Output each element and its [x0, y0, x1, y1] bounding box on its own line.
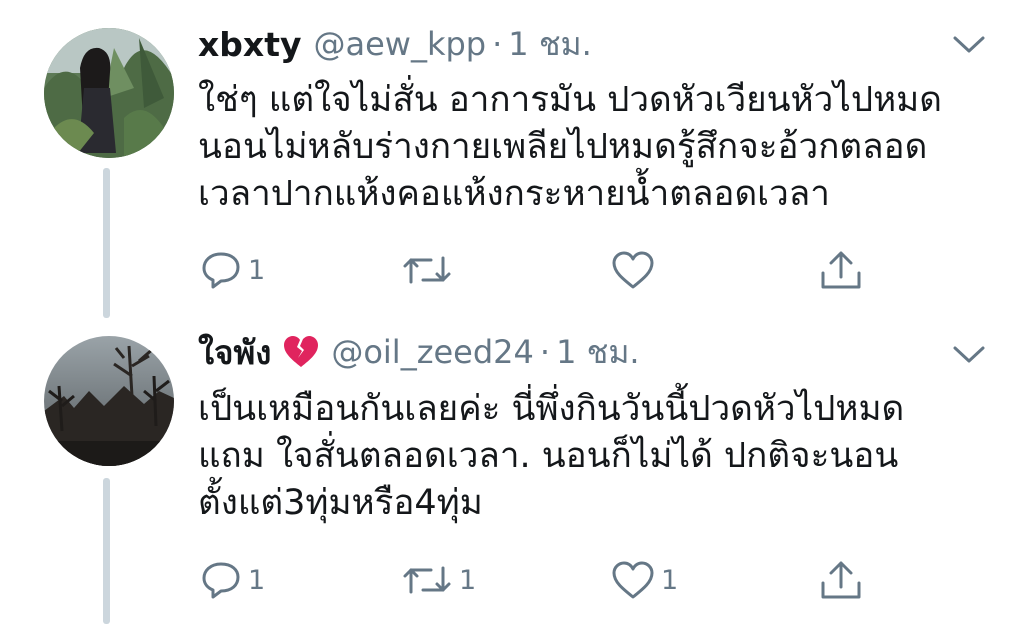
- reply-icon: [202, 562, 240, 599]
- tweet-text-line: นอนไม่หลับร่างกายเพลียไปหมดรู้สึกจะอ้วกต…: [198, 127, 928, 167]
- retweet-icon: [403, 566, 451, 594]
- share-icon: [821, 251, 861, 289]
- display-name[interactable]: xbxty: [198, 25, 301, 64]
- heart-icon: [612, 251, 654, 289]
- tweet[interactable]: xbxty @aew_kpp · 1 ชม. ใช่ๆ แต่ใจไม่สั่น…: [0, 0, 1024, 318]
- user-handle[interactable]: @aew_kpp: [313, 25, 486, 63]
- tweet[interactable]: ใจพัง @oil_zeed24 · 1 ชม. เป็นเหมือนกันเ…: [0, 318, 1024, 624]
- tweet-actions: 1 1 1: [198, 556, 898, 604]
- tweet-text: เป็นเหมือนกันเลยค่ะ นี่พึ่งกินวันนี้ปวดห…: [198, 386, 998, 527]
- share-icon: [821, 561, 861, 599]
- retweet-count: 1: [459, 564, 477, 596]
- tweet-text-line: เป็นเหมือนกันเลยค่ะ นี่พึ่งกินวันนี้ปวดห…: [198, 389, 905, 429]
- reply-button[interactable]: 1: [200, 246, 265, 294]
- user-handle[interactable]: @oil_zeed24: [331, 333, 534, 371]
- display-name[interactable]: ใจพัง: [198, 326, 271, 379]
- chevron-down-icon[interactable]: [952, 344, 986, 366]
- reply-count: 1: [248, 254, 266, 286]
- chevron-down-icon[interactable]: [952, 34, 986, 56]
- share-button[interactable]: [819, 246, 863, 294]
- share-button[interactable]: [819, 556, 863, 604]
- reply-button[interactable]: 1: [200, 556, 265, 604]
- like-button[interactable]: [611, 246, 661, 294]
- tweet-text-line: ตั้งแต่3ทุ่มหรือ4ทุ่ม: [198, 483, 483, 523]
- separator-dot: ·: [539, 333, 551, 371]
- avatar[interactable]: [44, 28, 174, 158]
- tweet-header: xbxty @aew_kpp · 1 ชม.: [198, 24, 592, 64]
- tweet-text: ใช่ๆ แต่ใจไม่สั่น อาการมัน ปวดหัวเวียนหั…: [198, 77, 998, 218]
- tweet-text-line: เวลาปากแห้งคอแห้งกระหายน้ำตลอดเวลา: [198, 174, 830, 214]
- broken-heart-icon: [283, 335, 319, 369]
- retweet-icon: [403, 256, 451, 284]
- like-count: 1: [661, 564, 679, 596]
- separator-dot: ·: [492, 25, 503, 63]
- avatar[interactable]: [44, 336, 174, 466]
- heart-icon: [612, 561, 654, 599]
- reply-count: 1: [248, 564, 266, 596]
- timestamp[interactable]: 1 ชม.: [556, 327, 640, 378]
- like-button[interactable]: 1: [611, 556, 678, 604]
- tweet-actions: 1: [198, 246, 898, 294]
- retweet-button[interactable]: [401, 246, 459, 294]
- tweet-text-line: ใช่ๆ แต่ใจไม่สั่น อาการมัน ปวดหัวเวียนหั…: [198, 80, 942, 120]
- retweet-button[interactable]: 1: [401, 556, 476, 604]
- reply-icon: [202, 252, 240, 289]
- tweet-text-line: แถม ใจสั่นตลอดเวลา. นอนก็ไม่ได้ ปกติจะนอ…: [198, 436, 899, 476]
- timestamp[interactable]: 1 ชม.: [508, 19, 592, 70]
- tweet-header: ใจพัง @oil_zeed24 · 1 ชม.: [198, 332, 640, 372]
